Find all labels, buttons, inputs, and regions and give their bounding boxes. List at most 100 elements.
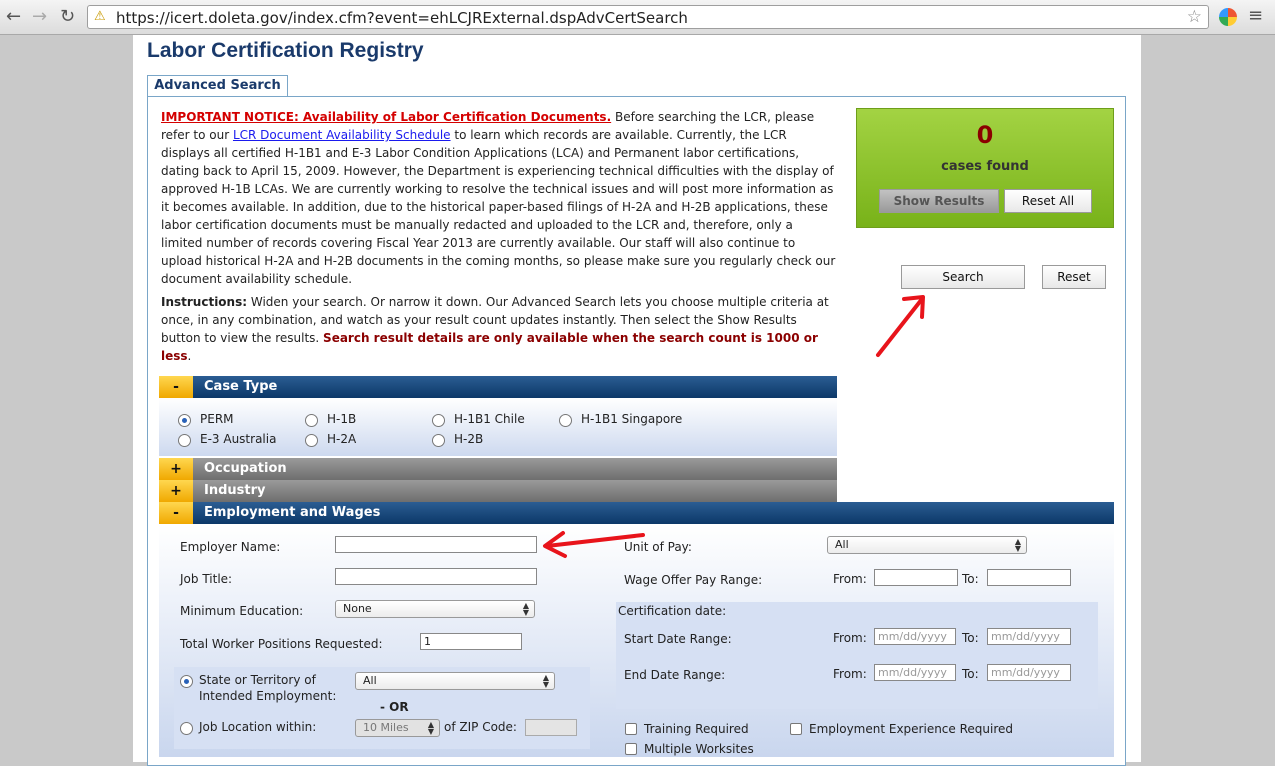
section-case-type[interactable]: - Case Type <box>159 376 837 398</box>
training-required-checkbox[interactable] <box>625 723 637 735</box>
min-education-select[interactable]: None ▲ ▼ <box>335 600 535 618</box>
menu-icon[interactable]: ≡ <box>1248 5 1263 26</box>
url-text[interactable]: https://icert.doleta.gov/index.cfm?event… <box>116 9 688 27</box>
employment-wages-form: Employer Name: Job Title: Minimum Educat… <box>159 525 1114 757</box>
section-label: Occupation <box>204 461 287 476</box>
start-date-label: Start Date Range: <box>624 632 732 646</box>
availability-schedule-link[interactable]: LCR Document Availability Schedule <box>233 128 451 142</box>
radio-h1b[interactable] <box>305 414 318 427</box>
collapse-toggle[interactable]: - <box>159 502 193 524</box>
important-notice: IMPORTANT NOTICE: Availability of Labor … <box>161 108 837 288</box>
expand-toggle[interactable]: + <box>159 458 193 480</box>
expand-toggle[interactable]: + <box>159 480 193 502</box>
unit-of-pay-value: All <box>835 538 849 551</box>
certification-date-block: Certification date: Start Date Range: Fr… <box>616 602 1098 709</box>
unit-of-pay-select[interactable]: All ▲ ▼ <box>827 536 1027 554</box>
total-workers-input[interactable]: 1 <box>420 633 522 650</box>
wage-from-label: From: <box>833 572 867 586</box>
search-button[interactable]: Search <box>901 265 1025 289</box>
radio-h1b1-chile[interactable] <box>432 414 445 427</box>
experience-required-label: Employment Experience Required <box>809 722 1014 736</box>
state-select[interactable]: All ▲ ▼ <box>355 672 555 690</box>
job-title-input[interactable] <box>335 568 537 585</box>
radio-job-location[interactable] <box>180 722 193 735</box>
instructions-period: . <box>187 349 192 363</box>
start-date-to-input[interactable]: mm/dd/yyyy <box>987 628 1071 645</box>
min-education-label: Minimum Education: <box>180 604 304 618</box>
back-arrow-icon[interactable]: ← <box>6 6 21 28</box>
state-label-line2: Intended Employment: <box>199 689 337 703</box>
results-counter-box: 0 cases found Show Results Reset All <box>856 108 1114 228</box>
page-content: Labor Certification Registry Advanced Se… <box>133 35 1141 766</box>
min-education-value: None <box>343 602 372 615</box>
instructions: Instructions: Widen your search. Or narr… <box>161 293 837 365</box>
select-arrows-icon: ▲ ▼ <box>522 601 529 617</box>
or-label: - OR <box>380 700 409 714</box>
location-block: State or Territory of Intended Employmen… <box>174 667 590 749</box>
section-industry[interactable]: + Industry <box>159 480 837 502</box>
radio-label-h1b: H-1B <box>327 412 357 426</box>
radio-h2b[interactable] <box>432 434 445 447</box>
wage-to-input[interactable] <box>987 569 1071 586</box>
notice-heading: IMPORTANT NOTICE: Availability of Labor … <box>161 110 612 124</box>
reset-button[interactable]: Reset <box>1042 265 1106 289</box>
radio-label-h2a: H-2A <box>327 432 357 446</box>
radio-label-h2b: H-2B <box>454 432 484 446</box>
end-from-label: From: <box>833 667 867 681</box>
radio-label-h1b1-chile: H-1B1 Chile <box>454 412 525 426</box>
state-label-line1: State or Territory of <box>199 673 316 687</box>
end-date-to-input[interactable]: mm/dd/yyyy <box>987 664 1071 681</box>
radio-state[interactable] <box>180 675 193 688</box>
radio-perm[interactable] <box>178 414 191 427</box>
radio-e3-australia[interactable] <box>178 434 191 447</box>
radio-label-perm: PERM <box>200 412 234 426</box>
radio-h2a[interactable] <box>305 434 318 447</box>
bookmark-star-icon[interactable]: ☆ <box>1187 7 1202 27</box>
end-date-label: End Date Range: <box>624 668 726 682</box>
unit-of-pay-label: Unit of Pay: <box>624 540 692 554</box>
start-to-label: To: <box>962 631 979 645</box>
wage-range-label: Wage Offer Pay Range: <box>624 573 763 587</box>
reload-icon[interactable]: ↻ <box>60 6 75 28</box>
end-date-from-input[interactable]: mm/dd/yyyy <box>874 664 956 681</box>
tab-advanced-search[interactable]: Advanced Search <box>147 75 288 97</box>
job-title-label: Job Title: <box>180 572 233 586</box>
section-occupation[interactable]: + Occupation <box>159 458 837 480</box>
miles-select[interactable]: 10 Miles ▲ ▼ <box>355 719 440 737</box>
start-from-label: From: <box>833 631 867 645</box>
section-employment-wages[interactable]: - Employment and Wages <box>159 502 1114 524</box>
radio-label-h1b1-singapore: H-1B1 Singapore <box>581 412 683 426</box>
wage-from-input[interactable] <box>874 569 958 586</box>
section-label: Employment and Wages <box>204 505 381 520</box>
training-required-label: Training Required <box>644 722 749 736</box>
end-to-label: To: <box>962 667 979 681</box>
miles-value: 10 Miles <box>363 721 409 734</box>
forward-arrow-icon[interactable]: → <box>32 6 47 28</box>
multiple-worksites-label: Multiple Worksites <box>644 742 754 756</box>
total-workers-label: Total Worker Positions Requested: <box>180 637 383 651</box>
wage-to-label: To: <box>962 572 979 586</box>
extension-icon[interactable] <box>1219 8 1237 26</box>
results-count-label: cases found <box>941 159 1029 174</box>
zip-label: of ZIP Code: <box>444 720 517 734</box>
lock-warning-icon: ⚠ <box>94 9 106 24</box>
address-bar[interactable]: ⚠ https://icert.doleta.gov/index.cfm?eve… <box>87 5 1209 29</box>
case-type-options: PERM H-1B H-1B1 Chile H-1B1 Singapore E-… <box>159 398 837 456</box>
multiple-worksites-checkbox[interactable] <box>625 743 637 755</box>
collapse-toggle[interactable]: - <box>159 376 193 398</box>
job-location-label: Job Location within: <box>199 720 317 734</box>
browser-toolbar: ← → ↻ ⚠ https://icert.doleta.gov/index.c… <box>0 0 1275 35</box>
section-label: Industry <box>204 483 266 498</box>
experience-required-checkbox[interactable] <box>790 723 802 735</box>
reset-all-button[interactable]: Reset All <box>1004 189 1092 213</box>
radio-label-e3-australia: E-3 Australia <box>200 432 277 446</box>
start-date-from-input[interactable]: mm/dd/yyyy <box>874 628 956 645</box>
show-results-button[interactable]: Show Results <box>879 189 999 213</box>
employer-name-label: Employer Name: <box>180 540 281 554</box>
cert-date-label: Certification date: <box>618 604 727 618</box>
select-arrows-icon: ▲ ▼ <box>427 720 434 736</box>
radio-h1b1-singapore[interactable] <box>559 414 572 427</box>
zip-input[interactable] <box>525 719 577 736</box>
employer-name-input[interactable] <box>335 536 537 553</box>
select-arrows-icon: ▲ ▼ <box>1014 537 1021 553</box>
